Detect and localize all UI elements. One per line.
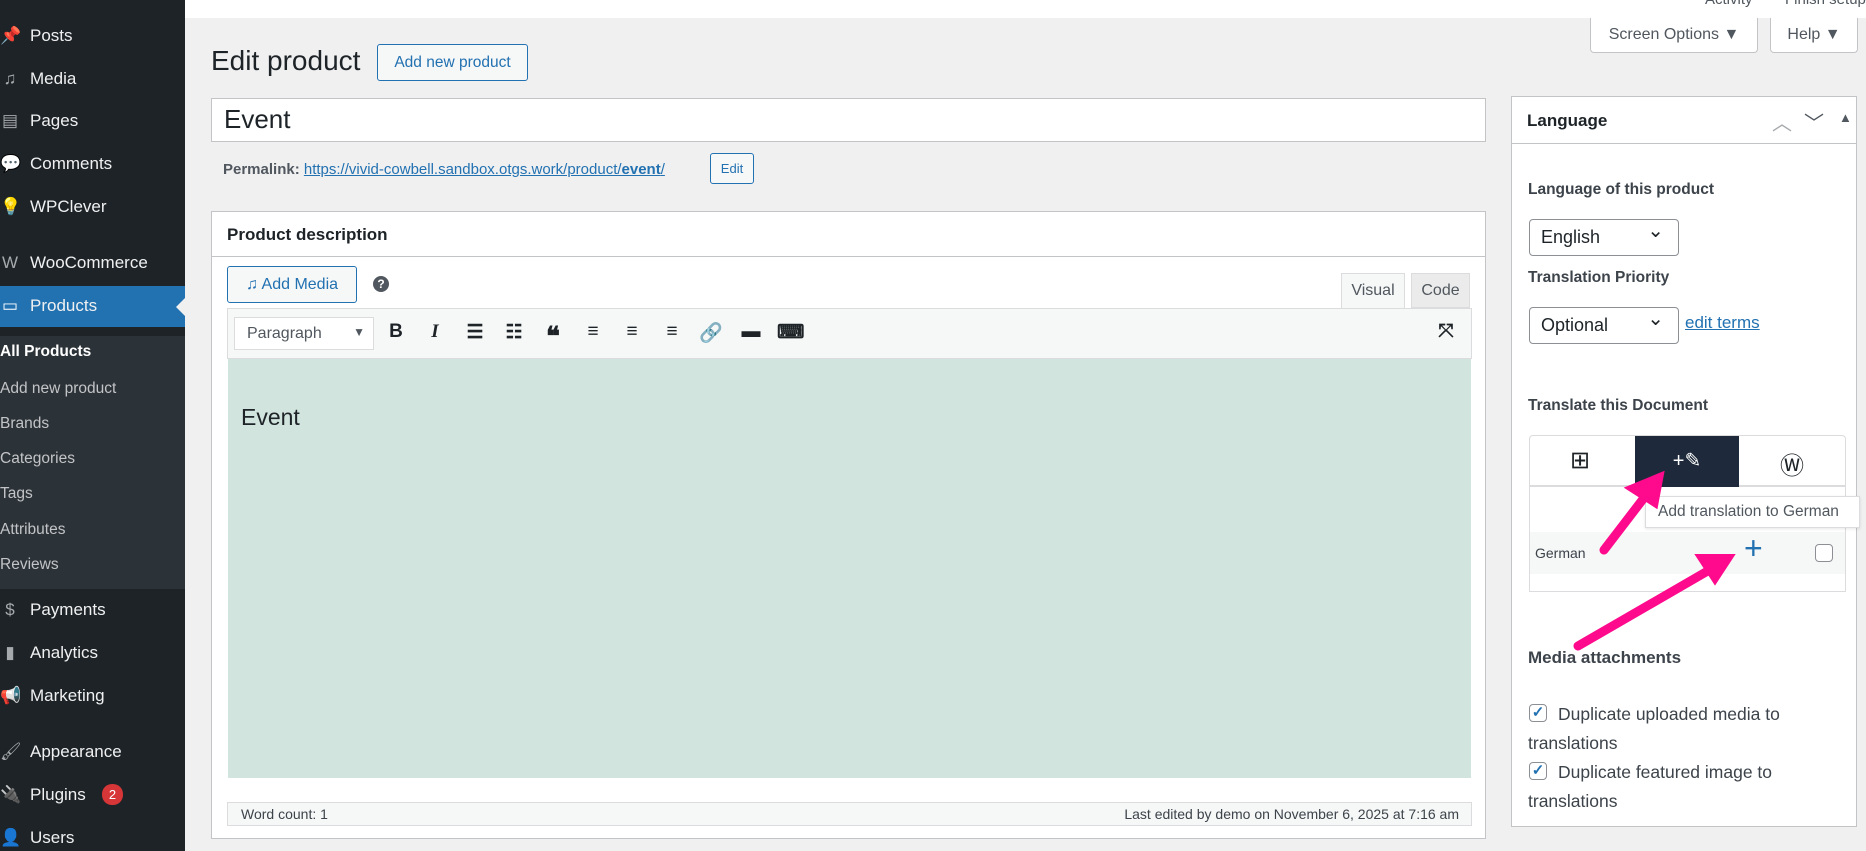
arrow-head <box>1623 470 1665 510</box>
annotation-arrows <box>1573 470 1736 651</box>
annotation-arrow-plus <box>1573 560 1723 651</box>
